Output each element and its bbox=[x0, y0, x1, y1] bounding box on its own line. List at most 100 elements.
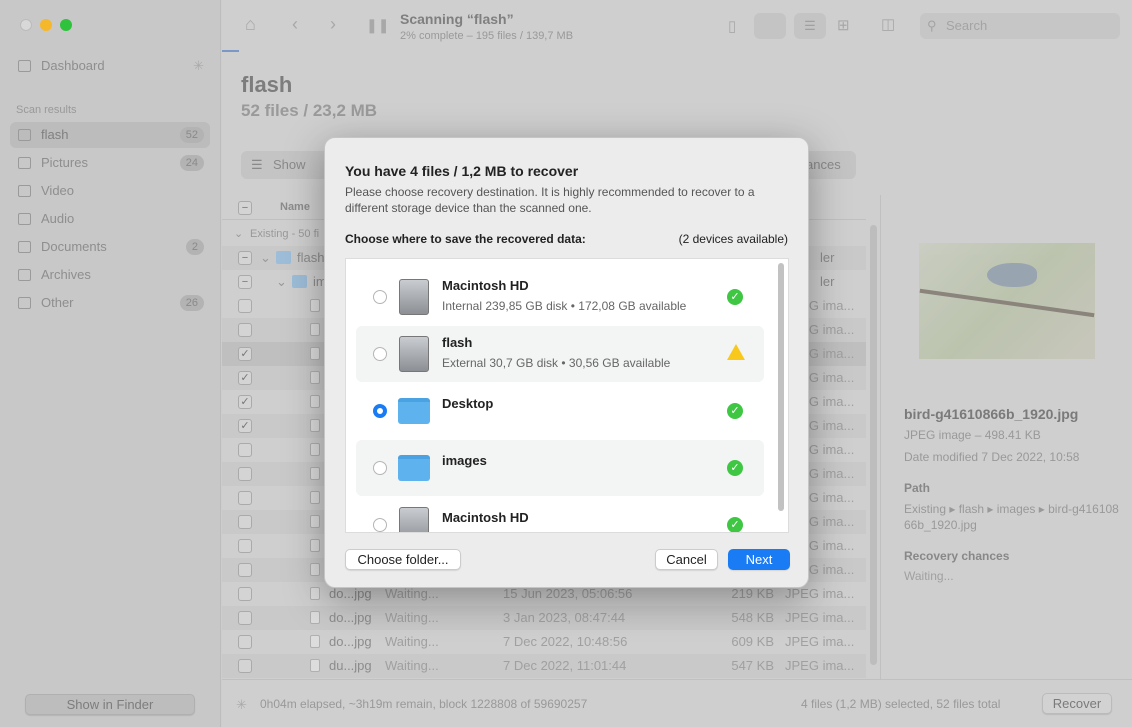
file-name: do...jpg bbox=[329, 634, 372, 649]
preview-type: JPEG image – 498.41 KB bbox=[904, 428, 1041, 442]
destination-radio[interactable] bbox=[373, 290, 387, 304]
branch-shape bbox=[919, 288, 1095, 318]
divider bbox=[880, 195, 881, 680]
row-checkbox[interactable] bbox=[238, 491, 252, 505]
file-status: Waiting... bbox=[385, 658, 439, 673]
row-checkbox[interactable] bbox=[238, 563, 252, 577]
row-checkbox[interactable] bbox=[238, 611, 252, 625]
bird-shape bbox=[987, 263, 1037, 287]
sidebar-item-label: Video bbox=[41, 183, 75, 198]
row-checkbox[interactable] bbox=[238, 659, 252, 673]
destination-item[interactable]: images ✓ bbox=[356, 440, 764, 496]
sidebar-item-flash[interactable]: flash 52 bbox=[10, 122, 210, 148]
destination-item[interactable]: Macintosh HD Internal 239,85 GB disk • 17… bbox=[356, 269, 764, 325]
sidebar-item-audio[interactable]: Audio bbox=[10, 206, 210, 232]
cancel-button[interactable]: Cancel bbox=[655, 549, 718, 570]
next-button[interactable]: Next bbox=[728, 549, 790, 570]
image-file-icon bbox=[310, 491, 320, 504]
table-scrollbar[interactable] bbox=[870, 225, 877, 665]
sidebar-item-video[interactable]: Video bbox=[10, 178, 210, 204]
close-window-button[interactable] bbox=[20, 19, 32, 31]
image-file-icon bbox=[310, 467, 320, 480]
group-label: Existing - 50 fi bbox=[250, 228, 320, 240]
back-icon[interactable]: ‹ bbox=[292, 14, 298, 35]
table-row[interactable]: du...jpg Waiting... 7 Dec 2022, 11:01:44 54… bbox=[222, 654, 866, 678]
list-scrollbar[interactable] bbox=[778, 263, 784, 511]
show-filter-button[interactable]: ☰ Show bbox=[241, 151, 336, 179]
window-title: Scanning “flash” bbox=[400, 11, 514, 27]
sidebar-dashboard[interactable]: Dashboard ✳ bbox=[10, 53, 210, 79]
preview-image bbox=[919, 243, 1095, 359]
list-view-icon[interactable]: ☰ bbox=[794, 13, 826, 39]
row-checkbox[interactable] bbox=[238, 323, 252, 337]
destination-radio[interactable] bbox=[373, 518, 387, 532]
image-file-icon bbox=[310, 347, 320, 360]
sidebar-item-documents[interactable]: Documents 2 bbox=[10, 234, 210, 260]
sidebar-item-other[interactable]: Other 26 bbox=[10, 290, 210, 316]
search-input[interactable]: ⚲ Search bbox=[920, 13, 1120, 39]
destination-name: flash bbox=[442, 335, 473, 350]
row-checkbox[interactable]: ✓ bbox=[238, 419, 252, 433]
row-checkbox[interactable] bbox=[238, 587, 252, 601]
file-icon[interactable]: ▯ bbox=[728, 17, 736, 35]
folder-view-button[interactable] bbox=[754, 13, 786, 39]
row-checkbox[interactable] bbox=[238, 539, 252, 553]
scan-status: 0h04m elapsed, ~3h19m remain, block 1228… bbox=[260, 697, 588, 711]
row-checkbox[interactable]: ✓ bbox=[238, 395, 252, 409]
row-checkbox[interactable]: − bbox=[238, 251, 252, 265]
chevron-down-icon: ⌄ bbox=[276, 274, 287, 289]
show-in-finder-button[interactable]: Show in Finder bbox=[25, 694, 195, 715]
forward-icon[interactable]: › bbox=[330, 14, 336, 35]
table-row[interactable]: do...jpg Waiting... 3 Jan 2023, 08:47:44 54… bbox=[222, 606, 866, 630]
image-file-icon bbox=[310, 659, 320, 672]
minimize-window-button[interactable] bbox=[40, 19, 52, 31]
recover-button[interactable]: Recover bbox=[1042, 693, 1112, 714]
home-icon[interactable]: ⌂ bbox=[245, 14, 256, 35]
chevron-down-icon: ⌄ bbox=[234, 228, 244, 240]
image-file-icon bbox=[310, 587, 320, 600]
divider bbox=[222, 679, 1132, 680]
grid-view-icon[interactable]: ⊞ bbox=[837, 16, 850, 34]
checkmark-icon: ✓ bbox=[727, 289, 743, 305]
preview-panel-icon[interactable]: ◫ bbox=[881, 15, 895, 33]
destination-name: Macintosh HD bbox=[442, 510, 529, 525]
internal-disk-icon bbox=[399, 279, 429, 315]
row-checkbox[interactable] bbox=[238, 443, 252, 457]
destination-name: Desktop bbox=[442, 396, 494, 411]
row-checkbox[interactable]: ✓ bbox=[238, 347, 252, 361]
table-row[interactable]: do...jpg Waiting... 7 Dec 2022, 10:48:56 60… bbox=[222, 630, 866, 654]
destination-name: Macintosh HD bbox=[442, 278, 529, 293]
destination-list: Macintosh HD Internal 239,85 GB disk • 17… bbox=[345, 258, 789, 533]
image-file-icon bbox=[310, 395, 320, 408]
destination-radio[interactable] bbox=[373, 461, 387, 475]
pause-icon[interactable]: ❚❚ bbox=[366, 17, 389, 34]
destination-radio[interactable] bbox=[373, 404, 387, 418]
section-label: Scan results bbox=[16, 104, 77, 116]
page-subtitle: 52 files / 23,2 MB bbox=[241, 101, 378, 120]
file-size: 609 KB bbox=[731, 634, 774, 649]
row-checkbox[interactable] bbox=[238, 635, 252, 649]
destination-item[interactable]: flash External 30,7 GB disk • 30,56 GB av… bbox=[356, 326, 764, 382]
row-checkbox[interactable] bbox=[238, 515, 252, 529]
row-checkbox[interactable]: − bbox=[238, 275, 252, 289]
file-size: 547 KB bbox=[731, 658, 774, 673]
sidebar-item-archives[interactable]: Archives bbox=[10, 262, 210, 288]
folder-icon bbox=[276, 251, 291, 264]
destination-item[interactable]: Macintosh HD ✓ bbox=[356, 497, 764, 532]
folder-kind: ler bbox=[820, 274, 835, 289]
destination-item[interactable]: Desktop ✓ bbox=[356, 383, 764, 439]
recovery-destination-dialog: You have 4 files / 1,2 MB to recover Ple… bbox=[324, 137, 809, 588]
choose-folder-button[interactable]: Choose folder... bbox=[345, 549, 461, 570]
select-all-checkbox[interactable]: − bbox=[238, 201, 252, 215]
zoom-window-button[interactable] bbox=[60, 19, 72, 31]
row-checkbox[interactable] bbox=[238, 299, 252, 313]
sidebar-item-pictures[interactable]: Pictures 24 bbox=[10, 150, 210, 176]
archives-icon bbox=[18, 269, 31, 281]
name-column-header[interactable]: Name bbox=[280, 201, 310, 213]
destination-radio[interactable] bbox=[373, 347, 387, 361]
recovery-chances-value: Waiting... bbox=[904, 569, 954, 583]
row-checkbox[interactable]: ✓ bbox=[238, 371, 252, 385]
sidebar: Dashboard ✳ Scan results flash 52 Pictures 2… bbox=[0, 0, 221, 727]
other-icon bbox=[18, 297, 31, 309]
row-checkbox[interactable] bbox=[238, 467, 252, 481]
